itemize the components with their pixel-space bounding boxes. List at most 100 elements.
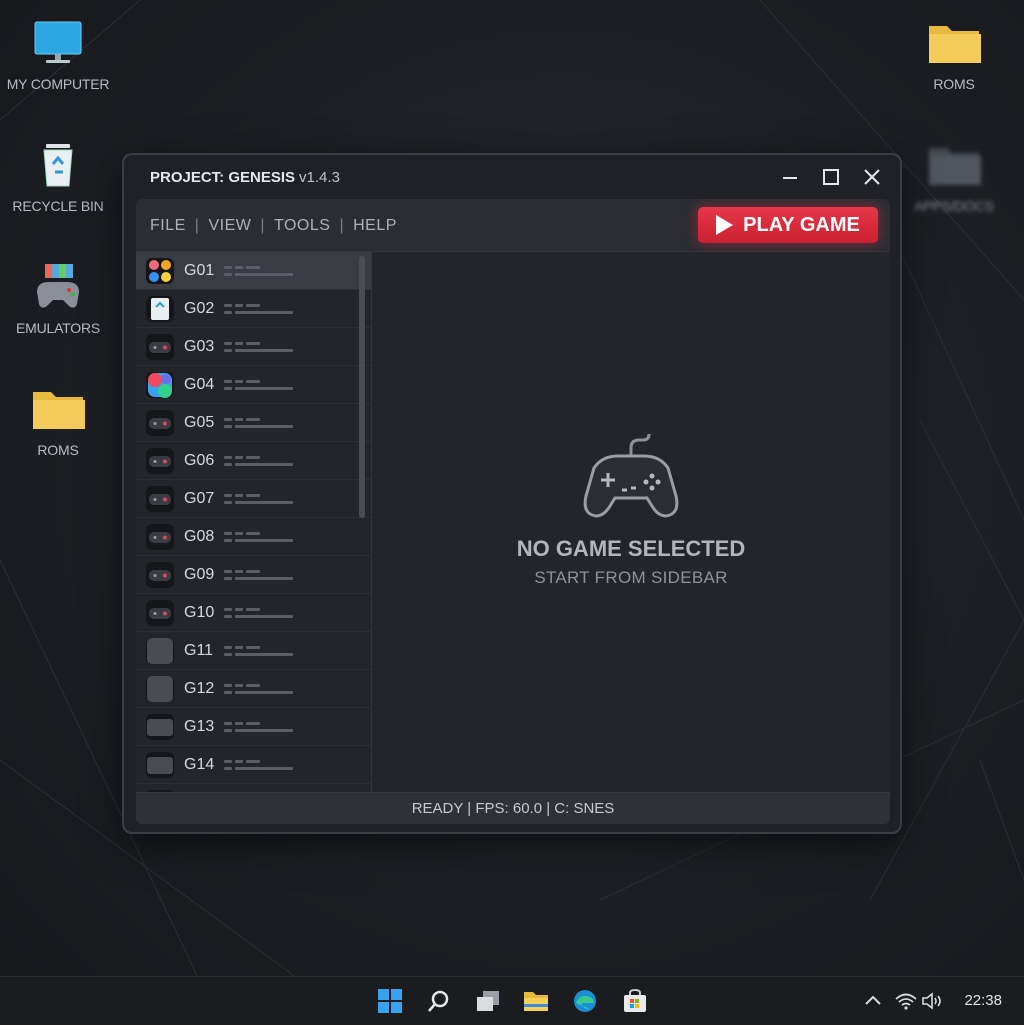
- monitor-icon: [31, 20, 85, 66]
- edge-browser-icon[interactable]: [572, 989, 598, 1013]
- volume-icon[interactable]: [920, 989, 946, 1013]
- game-meta-placeholder: [224, 568, 296, 582]
- game-meta-placeholder: [224, 454, 296, 468]
- folder-icon: [31, 386, 85, 432]
- game-meta-placeholder: [224, 530, 296, 544]
- controller-icon: [146, 599, 174, 626]
- game-id-label: G03: [184, 337, 215, 355]
- blank-tile-icon: [146, 675, 174, 702]
- game-meta-placeholder: [224, 720, 296, 734]
- desktop-icon-label: RECYCLE BIN: [12, 198, 104, 214]
- menu: FILE | VIEW | TOOLS | HELP: [150, 217, 397, 235]
- task-view-icon[interactable]: [475, 989, 501, 1013]
- game-list-item[interactable]: G03: [136, 328, 371, 366]
- game-list-item[interactable]: G14: [136, 746, 371, 784]
- windows-start-icon[interactable]: [377, 989, 403, 1013]
- desktop-icon-label: MY COMPUTER: [6, 76, 110, 92]
- menu-separator: |: [339, 217, 345, 234]
- wifi-icon[interactable]: [893, 989, 919, 1013]
- cartridge-icon: [146, 713, 174, 740]
- app-window: PROJECT: GENESIS v1.4.3 FILE | VIEW | TOOLS | H…: [122, 153, 902, 834]
- game-meta-placeholder: [224, 340, 296, 354]
- gamepad-icon: [31, 264, 85, 310]
- play-game-label: PLAY GAME: [743, 213, 860, 236]
- desktop-icon-my-computer[interactable]: MY COMPUTER: [3, 20, 113, 92]
- game-id-label: G14: [184, 755, 215, 773]
- empty-state-subtitle: START FROM SIDEBAR: [534, 568, 728, 587]
- store-icon[interactable]: [622, 988, 648, 1013]
- game-list-item[interactable]: G08: [136, 518, 371, 556]
- game-list-item[interactable]: G09: [136, 556, 371, 594]
- minimize-icon[interactable]: [776, 165, 804, 189]
- game-list-item[interactable]: G15: [136, 784, 371, 792]
- title-bar[interactable]: PROJECT: GENESIS v1.4.3: [124, 155, 900, 199]
- game-id-label: G08: [184, 527, 215, 545]
- desktop-icon-apps[interactable]: APPS/DOCS: [899, 142, 1009, 214]
- game-id-label: G05: [184, 413, 215, 431]
- controller-icon: [146, 333, 174, 360]
- game-id-label: G06: [184, 451, 215, 469]
- folder-icon: [927, 20, 981, 66]
- play-game-button[interactable]: PLAY GAME: [698, 207, 878, 243]
- game-id-label: G10: [184, 603, 215, 621]
- file-explorer-icon[interactable]: [523, 989, 549, 1013]
- app-dots-icon: [146, 257, 174, 284]
- desktop-icon-recycle-bin[interactable]: RECYCLE BIN: [3, 142, 113, 214]
- game-list-item[interactable]: G07: [136, 480, 371, 518]
- taskbar-clock[interactable]: 22:38: [964, 992, 1002, 1009]
- controller-icon: [146, 409, 174, 436]
- menu-help[interactable]: HELP: [353, 217, 397, 234]
- sidebar-scrollbar[interactable]: [359, 256, 365, 518]
- game-list-item[interactable]: G11: [136, 632, 371, 670]
- app-version: v1.4.3: [299, 169, 340, 186]
- game-id-label: G09: [184, 565, 215, 583]
- game-list-item[interactable]: G05: [136, 404, 371, 442]
- game-list-item[interactable]: G12: [136, 670, 371, 708]
- game-list-sidebar: G01 G02 G03 G04 G05 G06 G07 G08 G09 G10 G11 G12 G13 G…: [136, 252, 372, 792]
- status-bar: READY | FPS: 60.0 | C: SNES: [136, 792, 890, 824]
- taskbar: 22:38: [0, 976, 1024, 1025]
- game-list-item[interactable]: G02: [136, 290, 371, 328]
- game-list-item[interactable]: G06: [136, 442, 371, 480]
- menu-tools[interactable]: TOOLS: [274, 217, 330, 234]
- game-list-item[interactable]: G04: [136, 366, 371, 404]
- game-id-label: G07: [184, 489, 215, 507]
- cartridge-icon: [146, 751, 174, 778]
- controller-icon: [146, 523, 174, 550]
- game-id-label: G13: [184, 717, 215, 735]
- game-meta-placeholder: [224, 378, 296, 392]
- gamepad-icon: [583, 433, 679, 518]
- game-list-item[interactable]: G01: [136, 252, 371, 290]
- close-icon[interactable]: [858, 165, 886, 189]
- desktop-icon-label: APPS/DOCS: [914, 198, 994, 214]
- controller-icon: [146, 447, 174, 474]
- search-icon[interactable]: [426, 989, 452, 1013]
- game-meta-placeholder: [224, 682, 296, 696]
- menu-view[interactable]: VIEW: [208, 217, 251, 234]
- recycle-bin-icon: [31, 142, 85, 188]
- game-list-item[interactable]: G10: [136, 594, 371, 632]
- game-detail-panel: NO GAME SELECTED START FROM SIDEBAR: [372, 252, 890, 792]
- chevron-up-icon[interactable]: [860, 989, 886, 1013]
- desktop-icon-roms-right[interactable]: ROMS: [899, 20, 1009, 92]
- window-title: PROJECT: GENESIS v1.4.3: [150, 169, 340, 186]
- game-meta-placeholder: [224, 606, 296, 620]
- game-list: G01 G02 G03 G04 G05 G06 G07 G08 G09 G10 G11 G12 G13 G…: [136, 252, 371, 792]
- app-name: PROJECT: GENESIS: [150, 169, 296, 186]
- menu-file[interactable]: FILE: [150, 217, 186, 234]
- game-meta-placeholder: [224, 758, 296, 772]
- folder-icon: [927, 142, 981, 188]
- desktop-icon-label: EMULATORS: [15, 320, 101, 336]
- play-icon: [716, 215, 734, 235]
- desktop-icon-roms-left[interactable]: ROMS: [3, 386, 113, 458]
- game-meta-placeholder: [224, 302, 296, 316]
- desktop-icon-label: ROMS: [37, 442, 79, 458]
- desktop-icon-emulators[interactable]: EMULATORS: [3, 264, 113, 336]
- game-list-item[interactable]: G13: [136, 708, 371, 746]
- game-meta-placeholder: [224, 416, 296, 430]
- maximize-icon[interactable]: [817, 165, 845, 189]
- game-meta-placeholder: [224, 492, 296, 506]
- color-blob-icon: [146, 371, 174, 398]
- empty-state-title: NO GAME SELECTED: [516, 536, 746, 561]
- game-id-label: G01: [184, 261, 215, 279]
